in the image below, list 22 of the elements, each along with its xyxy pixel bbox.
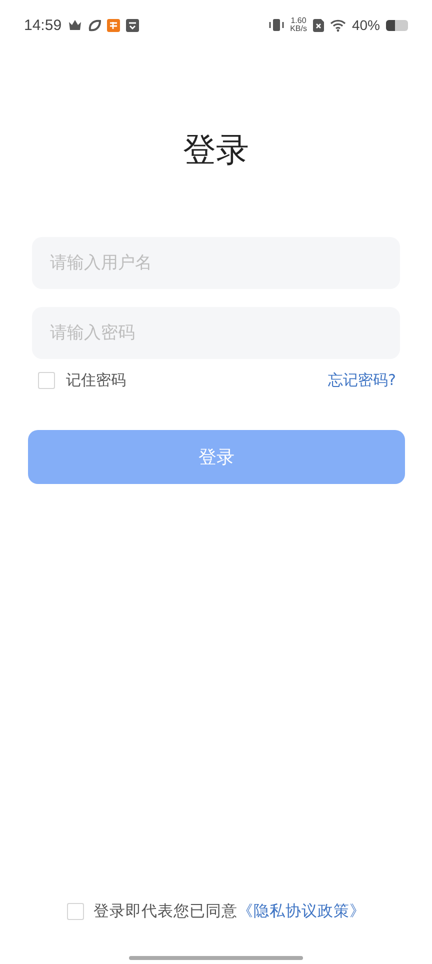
agreement-checkbox[interactable] <box>66 903 84 920</box>
battery-icon <box>386 20 408 30</box>
status-time: 14:59 <box>24 16 62 34</box>
agreement-text: 登录即代表您已同意《隐私协议政策》 <box>94 901 366 922</box>
app-icon <box>106 18 120 32</box>
network-unit: KB/s <box>290 25 307 33</box>
vibrate-icon <box>269 19 284 31</box>
battery-percent: 40% <box>352 17 380 33</box>
inbox-icon <box>126 18 139 32</box>
crown-icon <box>68 19 82 31</box>
username-field[interactable]: 请输入用户名 <box>32 237 400 289</box>
sim-icon <box>312 18 324 32</box>
network-speed: 1.60 <box>290 17 306 25</box>
leaf-icon <box>88 18 101 32</box>
page-title: 登录 <box>183 129 249 171</box>
password-field[interactable]: 请输入密码 <box>32 307 400 359</box>
forgot-password-link[interactable]: 忘记密码? <box>328 371 396 390</box>
home-indicator[interactable] <box>129 956 303 960</box>
remember-checkbox[interactable] <box>38 372 55 389</box>
remember-label: 记住密码 <box>66 371 126 390</box>
wifi-icon <box>330 18 346 32</box>
privacy-policy-link[interactable]: 《隐私协议政策》 <box>238 902 366 920</box>
